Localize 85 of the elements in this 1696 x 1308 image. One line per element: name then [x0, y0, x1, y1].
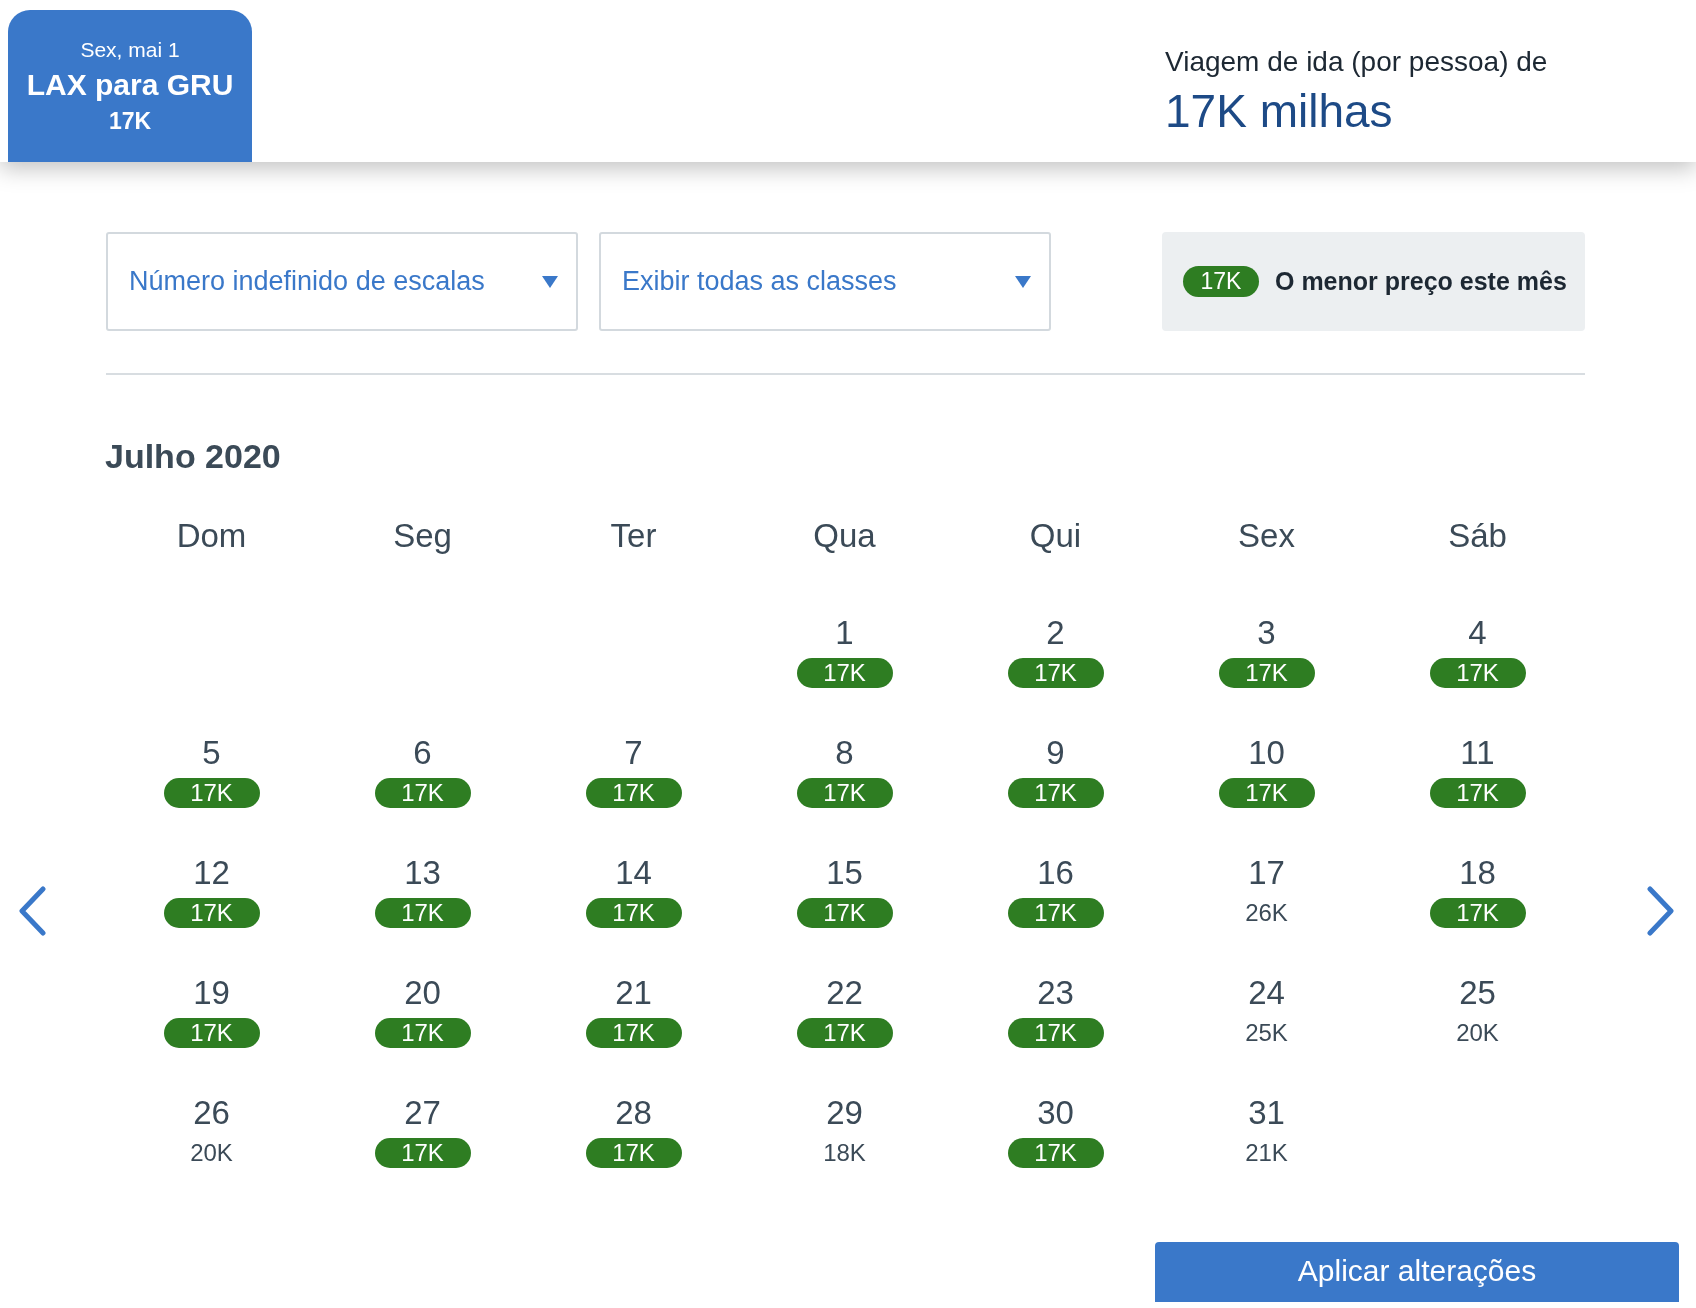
price-badge: 17K: [796, 1018, 893, 1048]
day-number[interactable]: 1: [835, 614, 854, 652]
price-badge: 17K: [374, 778, 471, 808]
weekday-label: Sex: [1238, 517, 1295, 555]
price-badge: 17K: [374, 898, 471, 928]
day-price: 25K: [1245, 1018, 1288, 1048]
flight-date: Sex, mai 1: [80, 37, 180, 62]
day-number[interactable]: 12: [193, 854, 230, 892]
flight-route: LAX para GRU: [26, 67, 234, 102]
previous-month-icon[interactable]: [17, 886, 47, 936]
day-number[interactable]: 7: [624, 734, 643, 772]
weekday-label: Ter: [610, 517, 657, 555]
fare-label: Viagem de ida (por pessoa) de: [1165, 46, 1549, 78]
price-badge: 17K: [1183, 266, 1259, 297]
weekday-label: Qui: [1029, 517, 1082, 555]
day-number[interactable]: 28: [615, 1094, 652, 1132]
price-badge: 17K: [1429, 778, 1526, 808]
next-month-icon[interactable]: [1646, 886, 1676, 936]
price-badge: 17K: [585, 1138, 682, 1168]
day-number[interactable]: 20: [404, 974, 441, 1012]
price-badge: 17K: [1218, 778, 1315, 808]
day-number[interactable]: 3: [1257, 614, 1276, 652]
price-badge: 17K: [1429, 898, 1526, 928]
price-badge: 17K: [585, 898, 682, 928]
price-badge: 17K: [1007, 1138, 1104, 1168]
day-number[interactable]: 23: [1037, 974, 1074, 1012]
day-number[interactable]: 5: [202, 734, 221, 772]
weekday-label: Dom: [176, 517, 247, 555]
day-price: 21K: [1245, 1138, 1288, 1168]
day-price: 20K: [1456, 1018, 1499, 1048]
weekday-label: Qua: [813, 517, 876, 555]
day-number[interactable]: 27: [404, 1094, 441, 1132]
price-badge: 17K: [163, 898, 260, 928]
day-number[interactable]: 25: [1459, 974, 1496, 1012]
price-badge: 17K: [796, 898, 893, 928]
day-number[interactable]: 11: [1460, 734, 1495, 772]
price-badge: 17K: [1007, 898, 1104, 928]
price-badge: 17K: [1007, 1018, 1104, 1048]
price-badge: 17K: [796, 658, 893, 688]
day-number[interactable]: 8: [835, 734, 854, 772]
month-title: Julho 2020: [105, 437, 281, 476]
filter-dropdown[interactable]: Exibir todas as classes: [599, 232, 1051, 331]
price-badge: 17K: [163, 1018, 260, 1048]
day-number[interactable]: 17: [1248, 854, 1285, 892]
price-badge: 17K: [585, 1018, 682, 1048]
day-number[interactable]: 18: [1459, 854, 1496, 892]
price-badge: 17K: [1429, 658, 1526, 688]
flight-tab[interactable]: Sex, mai 1 LAX para GRU 17K: [8, 10, 252, 162]
day-number[interactable]: 9: [1046, 734, 1065, 772]
day-price: 26K: [1245, 898, 1288, 928]
day-number[interactable]: 13: [404, 854, 441, 892]
price-badge: 17K: [1007, 658, 1104, 688]
day-number[interactable]: 14: [615, 854, 652, 892]
day-number[interactable]: 21: [615, 974, 652, 1012]
price-badge: 17K: [796, 778, 893, 808]
weekday-label: Sáb: [1448, 517, 1507, 555]
day-number[interactable]: 2: [1046, 614, 1065, 652]
day-number[interactable]: 15: [826, 854, 863, 892]
day-number[interactable]: 10: [1248, 734, 1285, 772]
price-badge: 17K: [585, 778, 682, 808]
day-price: 18K: [823, 1138, 866, 1168]
price-badge: 17K: [163, 778, 260, 808]
day-number[interactable]: 31: [1248, 1094, 1285, 1132]
day-number[interactable]: 16: [1037, 854, 1074, 892]
price-badge: 17K: [1218, 658, 1315, 688]
price-badge: 17K: [374, 1138, 471, 1168]
price-badge: 17K: [374, 1018, 471, 1048]
day-number[interactable]: 26: [193, 1094, 230, 1132]
day-number[interactable]: 24: [1248, 974, 1285, 1012]
day-number[interactable]: 6: [413, 734, 432, 772]
day-number[interactable]: 4: [1468, 614, 1487, 652]
flight-price: 17K: [108, 107, 152, 135]
caret-icon: [542, 275, 558, 288]
day-number[interactable]: 30: [1037, 1094, 1074, 1132]
weekday-label: Seg: [393, 517, 452, 555]
caret-icon: [1015, 275, 1031, 288]
day-number[interactable]: 29: [826, 1094, 863, 1132]
day-number[interactable]: 19: [193, 974, 230, 1012]
filter-dropdown[interactable]: Número indefinido de escalas: [106, 232, 578, 331]
day-number[interactable]: 22: [826, 974, 863, 1012]
apply-button[interactable]: Aplicar alterações: [1155, 1242, 1679, 1302]
price-badge: 17K: [1007, 778, 1104, 808]
day-price: 20K: [190, 1138, 233, 1168]
fare-price: 17K milhas: [1165, 84, 1394, 138]
legend-text: O menor preço este mês: [1275, 267, 1567, 296]
